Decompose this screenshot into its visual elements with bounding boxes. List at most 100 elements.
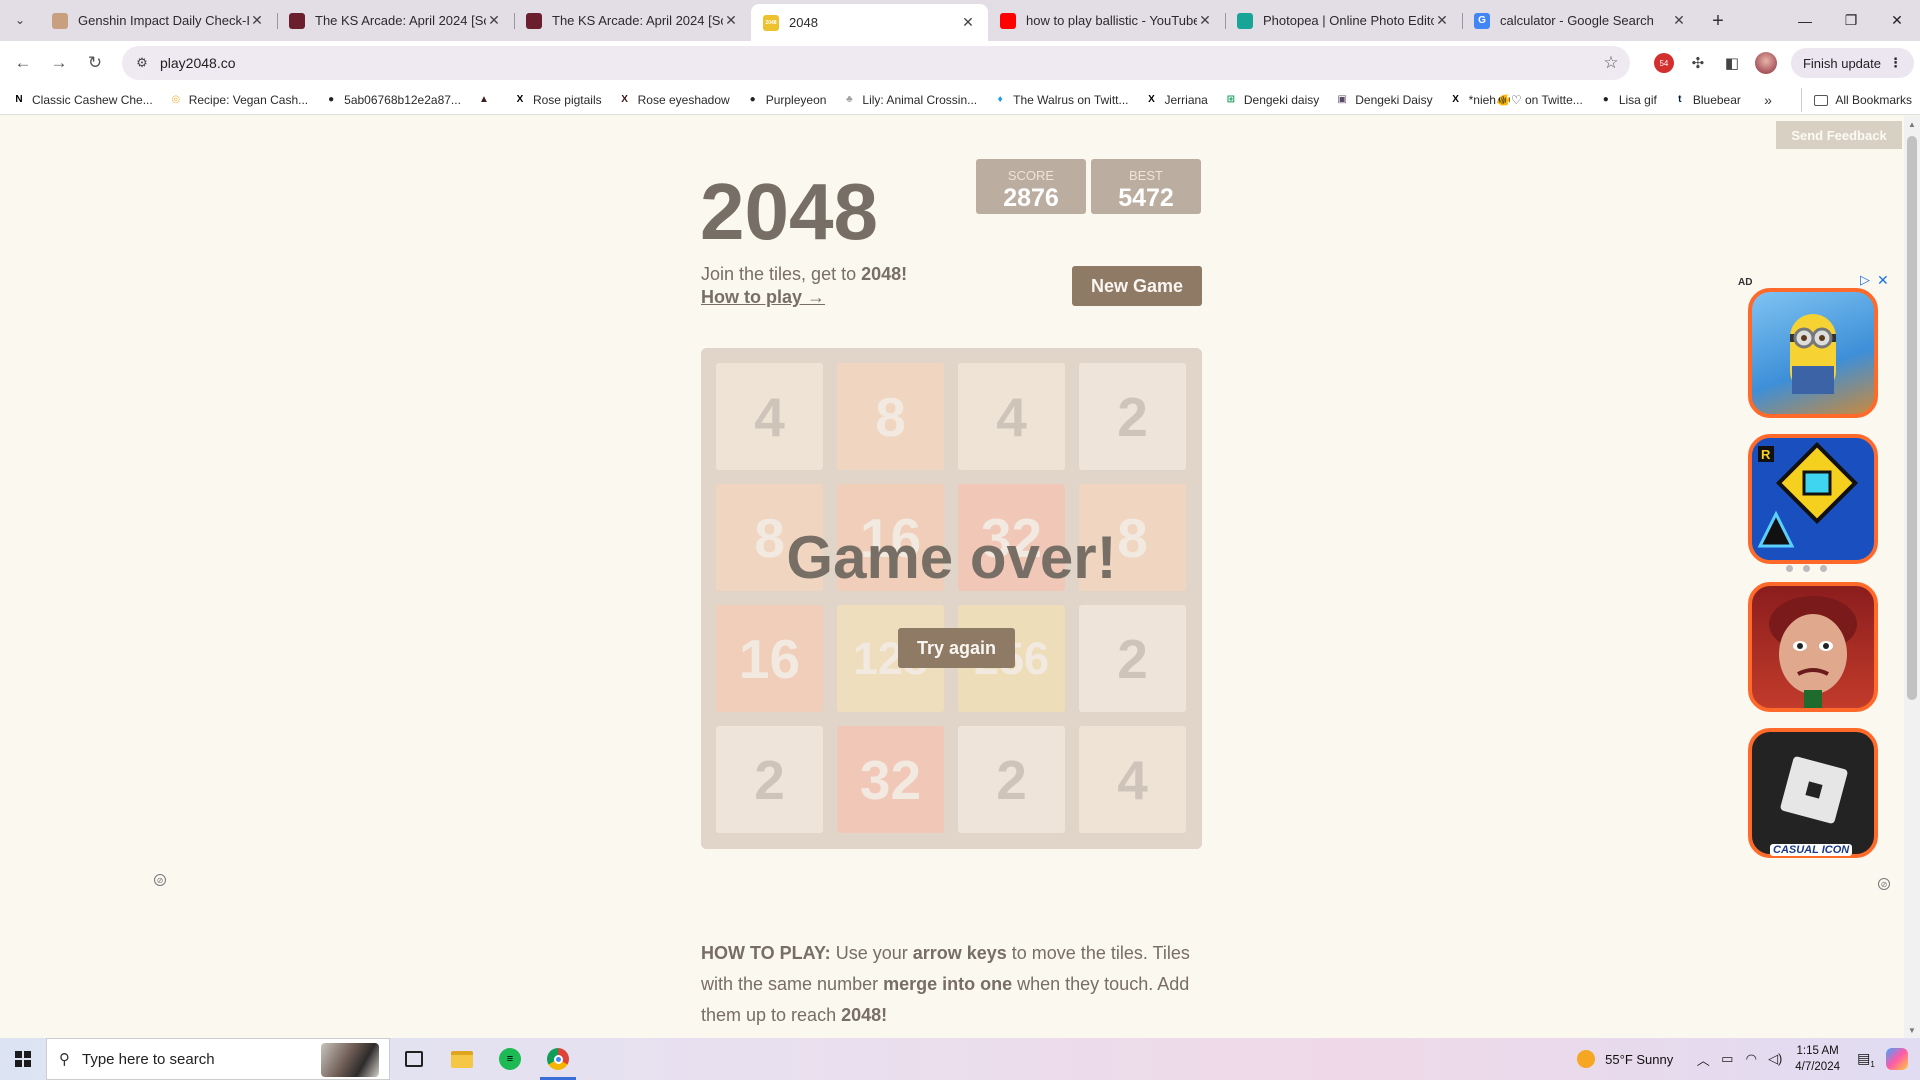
close-tab-icon[interactable]: ✕ (1197, 12, 1213, 29)
scroll-up-icon[interactable]: ▲ (1904, 116, 1920, 132)
intro-text: Join the tiles, get to 2048! (701, 264, 907, 285)
tab-ks-arcade[interactable]: The KS Arcade: April 2024 [Solo ✕ (277, 4, 514, 37)
address-bar[interactable]: ⚙ play2048.co ☆ (122, 46, 1630, 80)
close-tab-icon[interactable]: ✕ (486, 12, 502, 29)
spotify-button[interactable]: ≡ (486, 1038, 534, 1080)
tab-title: The KS Arcade: April 2024 [Solo (315, 13, 486, 28)
new-game-button[interactable]: New Game (1072, 266, 1202, 306)
bookmark-item[interactable]: ▲ (469, 88, 505, 112)
scary-teacher-app-icon[interactable] (1748, 582, 1878, 712)
start-button[interactable] (0, 1038, 46, 1080)
bookmark-star-icon[interactable]: ☆ (1596, 53, 1626, 73)
minimize-button[interactable]: — (1782, 0, 1828, 41)
bookmark-item[interactable]: ▣ Dengeki Daisy (1327, 88, 1440, 112)
roblox-icon (1780, 756, 1848, 824)
task-view-button[interactable] (390, 1038, 438, 1080)
tab-search-button[interactable]: ⌄ (8, 8, 32, 32)
new-tab-button[interactable]: + (1703, 6, 1733, 36)
tab-google[interactable]: Gcalculator - Google Search ✕ (1462, 4, 1699, 37)
page-scrollbar[interactable]: ▲ ▼ (1904, 116, 1920, 1038)
side-panel-icon[interactable]: ◧ (1715, 46, 1749, 80)
bookmark-item[interactable]: ● Purpleyeon (738, 88, 835, 112)
wifi-icon[interactable]: ◠ (1739, 1051, 1763, 1067)
nyt-cooking-icon: N (15, 94, 23, 105)
bookmark-item[interactable]: t Bluebear (1665, 88, 1749, 112)
tab-photopea[interactable]: Photopea | Online Photo Editor ✕ (1225, 4, 1462, 37)
ad-choices-icon[interactable]: ▷ (1860, 272, 1870, 288)
reload-button[interactable]: ↻ (78, 46, 112, 80)
close-tab-icon[interactable]: ✕ (1434, 12, 1450, 29)
roblox-app-icon[interactable] (1748, 728, 1878, 858)
close-tab-icon[interactable]: ✕ (960, 14, 976, 31)
restore-button[interactable]: ❐ (1828, 0, 1874, 41)
show-hidden-icons-chevron-icon[interactable]: ︿ (1691, 1050, 1715, 1069)
close-tab-icon[interactable]: ✕ (249, 12, 265, 29)
profile-button[interactable] (1749, 46, 1783, 80)
ad-marker-icon[interactable]: ⊘ (1878, 878, 1890, 890)
bookmark-item[interactable]: ♦ The Walrus on Twitt... (985, 88, 1136, 112)
clock[interactable]: 1:15 AM 4/7/2024 (1795, 1043, 1840, 1075)
tab-ks-arcade[interactable]: The KS Arcade: April 2024 [Solo ✕ (514, 4, 751, 37)
all-bookmarks-button[interactable]: All Bookmarks (1801, 88, 1912, 112)
close-tab-icon[interactable]: ✕ (1671, 12, 1687, 29)
network-drive-icon[interactable]: ▭ (1715, 1051, 1739, 1067)
bookmark-item[interactable]: ♣ Lily: Animal Crossin... (834, 88, 985, 112)
bookmark-item[interactable]: N Classic Cashew Che... (4, 88, 161, 112)
scrollbar-thumb[interactable] (1907, 136, 1917, 700)
teacher-face-icon (1769, 596, 1857, 708)
bookmark-item[interactable]: ◎ Recipe: Vegan Cash... (161, 88, 316, 112)
close-window-button[interactable]: ✕ (1874, 0, 1920, 41)
bookmark-item[interactable]: ⊞ Dengeki daisy (1216, 88, 1327, 112)
bookmark-item[interactable]: ● Lisa gif (1591, 88, 1665, 112)
ks-arcade-icon (289, 12, 305, 29)
send-feedback-button[interactable]: Send Feedback (1776, 121, 1902, 149)
extension-button[interactable]: 54 (1647, 46, 1681, 80)
instructions-goal: 2048! (841, 1005, 888, 1025)
finish-update-button[interactable]: Finish update ⋮ (1790, 48, 1914, 78)
svg-text:R: R (1761, 447, 1771, 462)
game-over-overlay: Game over! Try again (701, 348, 1202, 849)
tab-2048[interactable]: 2048 2048 ✕ (751, 4, 988, 41)
extensions-puzzle-icon[interactable]: ✣ (1681, 46, 1715, 80)
bookmark-item[interactable]: X *nieh🐠♡ on Twitte... (1441, 88, 1591, 112)
x-icon: X (1148, 94, 1155, 105)
recipe-icon: ◎ (171, 94, 181, 105)
weather-sun-icon[interactable] (1577, 1050, 1596, 1068)
tab-youtube[interactable]: how to play ballistic - YouTube ✕ (988, 4, 1225, 37)
forward-button[interactable]: → (42, 46, 76, 80)
all-bookmarks-label: All Bookmarks (1835, 93, 1912, 107)
bookmark-label: Rose pigtails (532, 92, 602, 107)
ad-carousel-dots (1786, 565, 1827, 572)
how-to-play-link[interactable]: How to play → (701, 287, 825, 308)
carousel-dot (1820, 565, 1827, 572)
taskbar-search-box[interactable]: ⚲ Type here to search (46, 1038, 390, 1080)
site-info-icon[interactable]: ⚙ (128, 55, 156, 71)
bookmark-item[interactable]: X Rose eyeshadow (610, 88, 738, 112)
ad-marker-icon[interactable]: ⊘ (154, 874, 166, 886)
scroll-down-icon[interactable]: ▼ (1904, 1022, 1920, 1038)
score-value: 2876 (1003, 184, 1059, 212)
url-text[interactable]: play2048.co (160, 55, 1596, 71)
spotify-icon: ≡ (499, 1048, 521, 1070)
bookmark-item[interactable]: ● 5ab06768b12e2a87... (316, 88, 469, 112)
file-explorer-button[interactable] (438, 1038, 486, 1080)
copilot-icon[interactable] (1886, 1048, 1908, 1070)
minion-rush-app-icon[interactable] (1748, 288, 1878, 418)
bookmark-item[interactable]: X Rose pigtails (505, 88, 610, 112)
photopea-icon (1237, 12, 1253, 29)
volume-icon[interactable]: ◁) (1763, 1051, 1787, 1067)
bookmark-label: *nieh🐠♡ on Twitte... (1468, 92, 1583, 107)
geometry-dash-app-icon[interactable]: R (1748, 434, 1878, 564)
chrome-button[interactable] (534, 1038, 582, 1080)
bookmark-item[interactable]: X Jerriana (1137, 88, 1216, 112)
back-button[interactable]: ← (6, 46, 40, 80)
weather-text[interactable]: 55°F Sunny (1605, 1052, 1673, 1067)
ad-close-icon[interactable]: ✕ (1877, 272, 1889, 289)
close-tab-icon[interactable]: ✕ (723, 12, 739, 29)
windows-logo-icon (15, 1051, 31, 1067)
notification-center-icon[interactable]: ▤1 (1852, 1050, 1880, 1069)
tab-genshin[interactable]: Genshin Impact Daily Check-In ✕ (40, 4, 277, 37)
intro-target: 2048! (861, 264, 908, 284)
try-again-button[interactable]: Try again (898, 628, 1015, 668)
more-bookmarks-chevron-icon[interactable]: » (1756, 88, 1780, 112)
